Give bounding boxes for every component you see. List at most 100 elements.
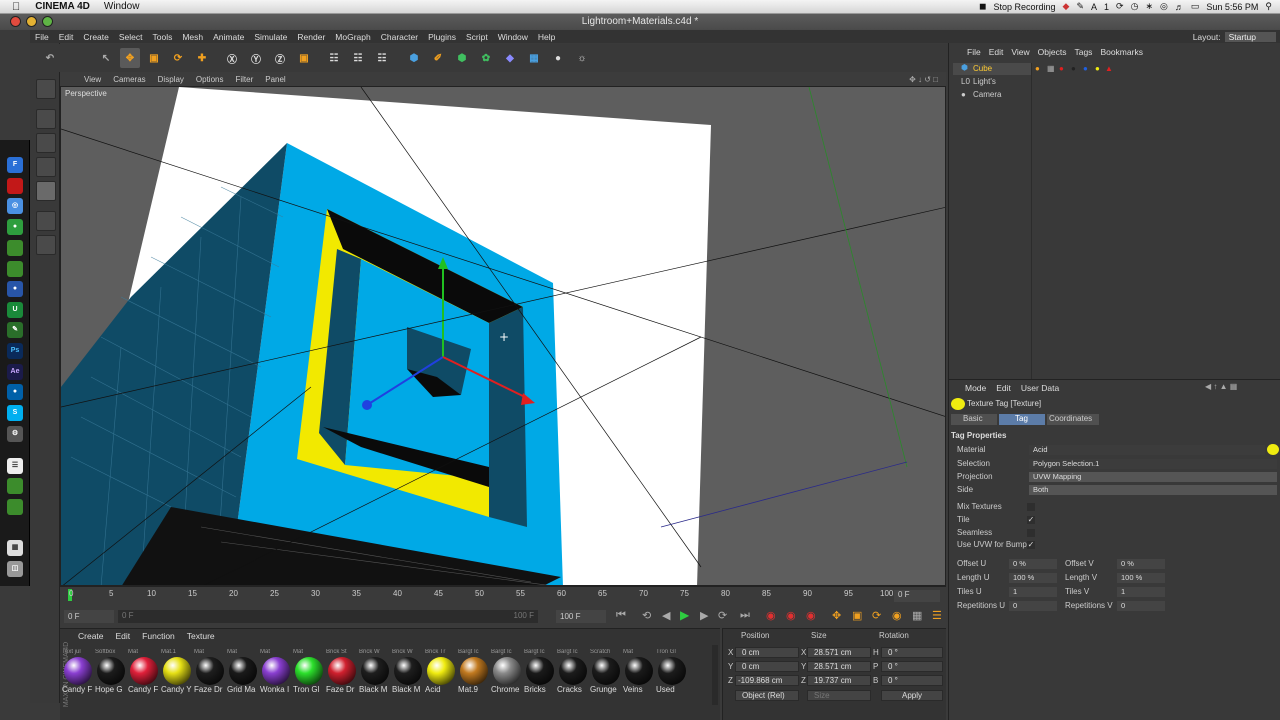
size-x-field[interactable]: 28.571 cm (807, 647, 871, 658)
tile-checkbox[interactable]: ✓ (1027, 516, 1035, 524)
checker-tag-icon[interactable]: ▦ (1047, 64, 1055, 73)
material-tag-red[interactable]: ● (1059, 64, 1064, 73)
light-icon[interactable]: ☼ (572, 48, 592, 68)
minimize-window-icon[interactable] (26, 16, 37, 27)
material-swatch[interactable]: Brick Tr Acid (425, 649, 456, 695)
cinema4d-dock-icon[interactable]: ● (7, 281, 23, 297)
material-swatch[interactable]: Mat Wonka I (260, 649, 291, 695)
viewport-nav-icons[interactable]: ✥ ↓ ↺ □ (909, 75, 946, 84)
evernote-icon[interactable]: ✎ (1076, 1, 1084, 12)
length-u-field[interactable]: 100 % (1009, 573, 1057, 583)
tab-coordinates[interactable]: Coordinates (1047, 414, 1099, 425)
vp-menu-options[interactable]: Options (190, 75, 230, 84)
utorrent-icon[interactable]: U (7, 302, 23, 318)
apple-icon[interactable]:  (0, 1, 28, 13)
key-pla-icon[interactable]: ▦ (912, 609, 922, 622)
trash-icon[interactable]: ◫ (7, 561, 23, 577)
pos-z-field[interactable]: -109.868 cm (735, 675, 799, 686)
next-frame-icon[interactable]: ▶ (700, 609, 708, 622)
key-scale-icon[interactable]: ▣ (852, 609, 862, 622)
menu-plugins[interactable]: Plugins (423, 32, 461, 42)
pos-y-field[interactable]: 0 cm (735, 661, 799, 672)
minecraft-icon-2[interactable] (7, 261, 23, 277)
material-tag-acid[interactable]: ● (1095, 64, 1100, 73)
material-swatch[interactable]: Mat Faze Dr (194, 649, 225, 695)
wifi-icon[interactable]: ◎ (1160, 1, 1168, 12)
record-icon[interactable]: ◼ (979, 1, 986, 12)
coordinate-system-icon[interactable]: ▣ (294, 48, 314, 68)
material-swatch[interactable]: Mat.1 Candy Y (161, 649, 192, 695)
tiles-v-field[interactable]: 1 (1117, 587, 1165, 597)
edit-render-settings-icon[interactable]: ☷ (372, 48, 392, 68)
minecraft-icon-3[interactable] (7, 478, 23, 494)
obj-menu-objects[interactable]: Objects (1034, 47, 1071, 57)
end-frame-field[interactable]: 100 F (556, 610, 606, 623)
polygons-mode-icon[interactable] (36, 181, 56, 201)
model-mode-icon[interactable] (36, 79, 56, 99)
acid-material-swatch[interactable] (1267, 444, 1279, 455)
record-keys-icon[interactable]: ◉ (766, 609, 776, 622)
mat-menu-function[interactable]: Function (142, 631, 175, 643)
material-scrollbar[interactable] (712, 645, 718, 705)
render-picture-viewer-icon[interactable]: ☷ (348, 48, 368, 68)
material-tag-blue[interactable]: ● (1083, 64, 1088, 73)
material-swatch[interactable]: Softbox Hope G (95, 649, 126, 695)
minecraft-icon[interactable] (7, 240, 23, 256)
attr-menu-edit[interactable]: Edit (996, 383, 1011, 393)
menu-select[interactable]: Select (114, 32, 148, 42)
repetitions-v-field[interactable]: 0 (1117, 601, 1165, 611)
current-frame-field[interactable]: 0 F (894, 590, 940, 602)
scale-tool-icon[interactable]: ▣ (144, 48, 164, 68)
menu-help[interactable]: Help (533, 32, 560, 42)
key-position-icon[interactable]: ✥ (832, 609, 841, 622)
subdivision-icon[interactable]: ⬢ (452, 48, 472, 68)
sync-icon[interactable]: ⟳ (1116, 1, 1124, 12)
snap-icon[interactable] (36, 235, 56, 255)
obj-menu-bookmarks[interactable]: Bookmarks (1096, 47, 1147, 57)
menu-render[interactable]: Render (292, 32, 330, 42)
offset-u-field[interactable]: 0 % (1009, 559, 1057, 569)
steam-icon[interactable]: ● (7, 384, 23, 400)
rot-h-field[interactable]: 0 ° (881, 647, 943, 658)
attr-menu-mode[interactable]: Mode (965, 383, 986, 393)
material-swatch[interactable]: Bargt Ic Chrome (491, 649, 522, 695)
menu-script[interactable]: Script (461, 32, 493, 42)
go-to-end-icon[interactable]: ⏭ (740, 609, 750, 622)
material-link-field[interactable]: Acid (1029, 445, 1265, 455)
menu-mesh[interactable]: Mesh (177, 32, 208, 42)
go-to-start-icon[interactable]: ⏮ (616, 609, 626, 622)
attr-menu-user-data[interactable]: User Data (1021, 383, 1059, 393)
size-z-field[interactable]: 19.737 cm (807, 675, 871, 686)
finder-icon[interactable]: F (7, 157, 23, 173)
previous-key-icon[interactable]: ⟲ (642, 609, 651, 622)
add-tool-icon[interactable]: ✚ (192, 48, 212, 68)
obj-menu-edit[interactable]: Edit (985, 47, 1008, 57)
obj-menu-view[interactable]: View (1007, 47, 1033, 57)
photoshop-icon[interactable]: Ps (7, 343, 23, 359)
safari-icon[interactable]: ◎ (7, 198, 23, 214)
shield-icon[interactable]: ◆ (1063, 1, 1070, 12)
z-axis-lock-icon[interactable]: Ⓩ (270, 48, 290, 68)
live-select-icon[interactable]: ↖ (96, 48, 116, 68)
tiles-u-field[interactable]: 1 (1009, 587, 1057, 597)
phong-tag-icon[interactable]: ● (1035, 64, 1040, 73)
offset-v-field[interactable]: 0 % (1117, 559, 1165, 569)
floor-icon[interactable]: ▦ (524, 48, 544, 68)
menu-tools[interactable]: Tools (148, 32, 178, 42)
frame-range-slider[interactable]: 0 F 100 F (118, 610, 538, 623)
cube-object-icon[interactable]: ⬢ (404, 48, 424, 68)
downloads-stack-icon[interactable]: ▦ (7, 540, 23, 556)
material-swatch[interactable]: Mat Tron Gl (293, 649, 324, 695)
battery-icon[interactable]: ▭ (1191, 1, 1200, 12)
perspective-viewport[interactable]: + Perspective (60, 86, 946, 586)
object-row-cube[interactable]: ⬢ Cube (953, 63, 1031, 75)
material-swatch[interactable]: Bargt Ic Mat.9 (458, 649, 489, 695)
mat-menu-edit[interactable]: Edit (116, 631, 131, 643)
material-swatch[interactable]: Text jul Candy F (62, 649, 93, 695)
material-swatch[interactable]: Brick St Faze Dr (326, 649, 357, 695)
material-swatch[interactable]: Bargt Ic Bricks (524, 649, 555, 695)
next-key-icon[interactable]: ⟳ (718, 609, 727, 622)
menu-edit[interactable]: Edit (54, 32, 79, 42)
pos-x-field[interactable]: 0 cm (735, 647, 799, 658)
menu-create[interactable]: Create (78, 32, 114, 42)
